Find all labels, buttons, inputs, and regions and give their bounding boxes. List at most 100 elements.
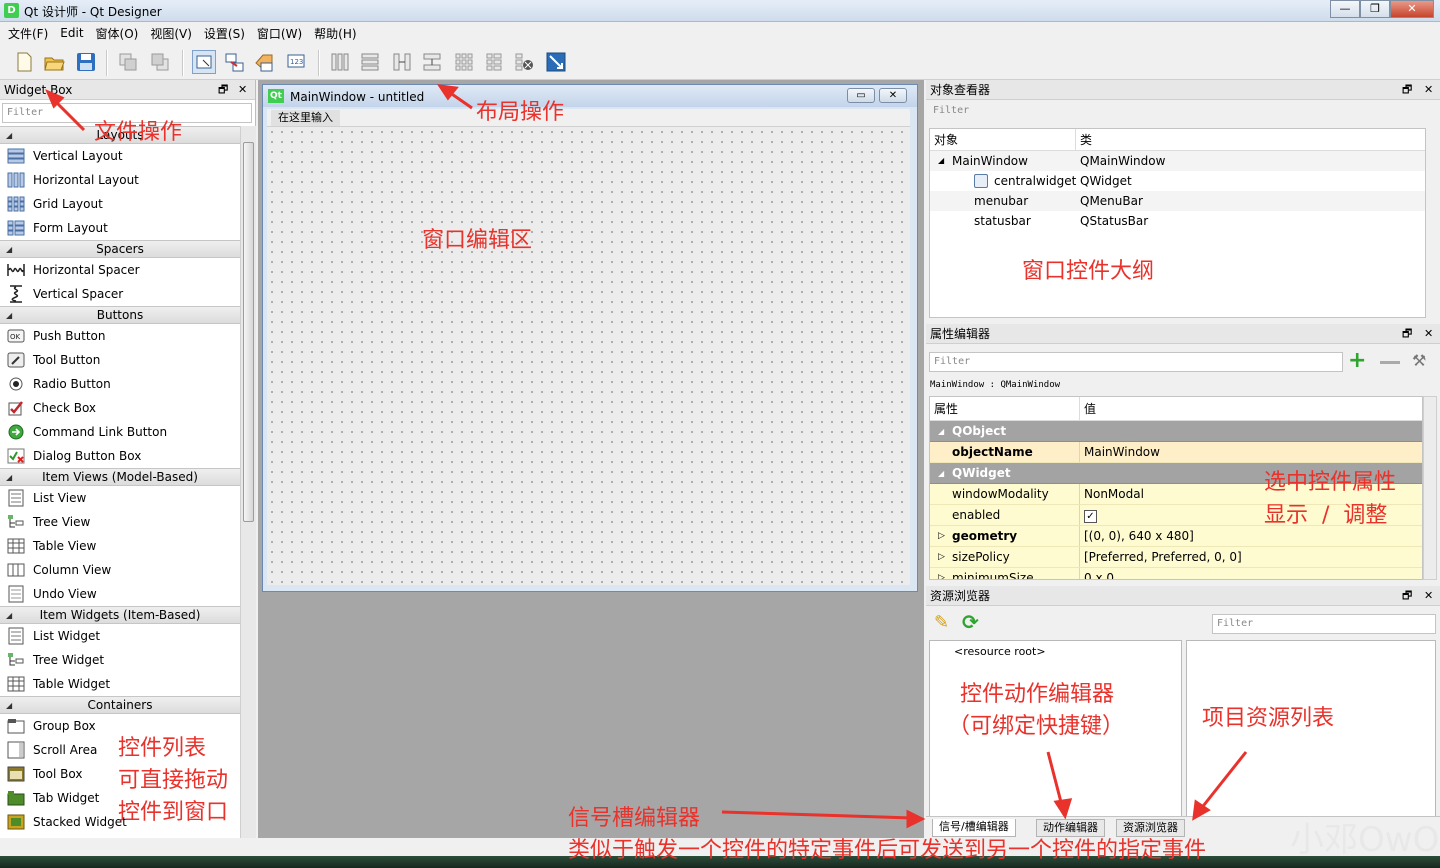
category-spacers[interactable]: Spacers [0,240,240,258]
break-layout-icon[interactable] [512,50,536,74]
remove-property-icon[interactable] [1380,361,1400,364]
category-item-widgets[interactable]: Item Widgets (Item-Based) [0,606,240,624]
column-property[interactable]: 属性 [930,397,1080,420]
close-icon[interactable]: ✕ [1424,80,1433,100]
property-row-sizepolicy[interactable]: ▷ sizePolicy [Preferred, Preferred, 0, 0] [930,547,1422,568]
annotation-outline: 窗口控件大纲 [1022,259,1155,284]
property-row-minimumsize[interactable]: ▷ minimumSize 0 x 0 [930,568,1422,579]
tree-row[interactable]: menubar QMenuBar [930,191,1425,211]
annotation-props-2: 显示 / 调整 [1264,503,1388,528]
float-icon[interactable]: 🗗 [1402,80,1412,100]
send-to-back-icon[interactable] [116,50,140,74]
widget-item[interactable]: Horizontal Spacer [0,258,240,282]
form-window-titlebar[interactable]: Qt MainWindow - untitled ▭ ✕ [263,85,917,107]
layout-form-icon[interactable] [482,50,506,74]
menu-window[interactable]: 窗口(W) [251,25,308,42]
form-window-title: MainWindow - untitled [290,90,425,104]
layout-horizontal-icon[interactable] [328,50,352,74]
annotation-file-ops: 文件操作 [94,120,183,145]
property-scrollbar[interactable] [1423,396,1437,580]
new-file-icon[interactable] [12,50,36,74]
menu-view[interactable]: 视图(V) [144,25,198,42]
menu-settings[interactable]: 设置(S) [198,25,251,42]
bring-to-front-icon[interactable] [148,50,172,74]
edit-signals-slots-icon[interactable] [222,50,246,74]
annotation-props-1: 选中控件属性 [1264,470,1397,495]
maximize-button[interactable]: ❐ [1360,0,1390,18]
menu-help[interactable]: 帮助(H) [308,25,362,42]
form-restore-button[interactable]: ▭ [847,88,875,103]
object-filter-input[interactable]: Filter [929,102,1437,122]
widget-item[interactable]: Column View [0,558,240,582]
close-icon[interactable]: ✕ [1424,586,1433,606]
widget-item[interactable]: Undo View [0,582,240,606]
widget-item[interactable]: List View [0,486,240,510]
layout-v-splitter-icon[interactable] [420,50,444,74]
float-icon[interactable]: 🗗 [1402,324,1412,344]
category-containers[interactable]: Containers [0,696,240,714]
edit-buddies-icon[interactable] [252,50,276,74]
form-layout-icon [6,219,26,237]
widget-item[interactable]: Vertical Spacer [0,282,240,306]
float-icon[interactable]: 🗗 [1402,586,1412,606]
widget-item[interactable]: Tree View [0,510,240,534]
property-filter-input[interactable]: Filter [929,352,1343,372]
column-class[interactable]: 类 [1076,129,1425,150]
close-button[interactable]: ✕ [1390,0,1434,18]
edit-tab-order-icon[interactable]: 123 [284,50,308,74]
category-buttons[interactable]: Buttons [0,306,240,324]
widget-item[interactable]: Tool Button [0,348,240,372]
minimize-button[interactable]: — [1330,0,1360,18]
property-row-objectname[interactable]: objectName MainWindow [930,442,1422,463]
menu-file[interactable]: 文件(F) [2,25,54,42]
tree-row[interactable]: statusbar QStatusBar [930,211,1425,231]
edit-widgets-icon[interactable] [192,50,216,74]
edit-resources-pencil-icon[interactable]: ✎ [934,612,949,633]
menu-edit[interactable]: Edit [54,26,89,40]
layout-grid-icon[interactable] [452,50,476,74]
tree-row[interactable]: ◢ MainWindow QMainWindow [930,151,1425,171]
widget-item[interactable]: List Widget [0,624,240,648]
tree-row[interactable]: centralwidget QWidget [930,171,1425,191]
scrollbar-thumb[interactable] [243,142,254,522]
category-item-views[interactable]: Item Views (Model-Based) [0,468,240,486]
column-value[interactable]: 值 [1080,397,1422,420]
widget-item[interactable]: Grid Layout [0,192,240,216]
property-group-qobject[interactable]: ◢ QObject [930,421,1422,442]
widget-item[interactable]: Form Layout [0,216,240,240]
config-wrench-icon[interactable]: ⚒ [1412,351,1426,370]
object-tree: 对象 类 ◢ MainWindow QMainWindow centralwidge… [929,128,1426,318]
widget-item[interactable]: Radio Button [0,372,240,396]
form-close-button[interactable]: ✕ [879,88,907,103]
form-window[interactable]: Qt MainWindow - untitled ▭ ✕ 在这里输入 [262,84,918,592]
close-icon[interactable]: ✕ [238,80,247,100]
layout-vertical-icon[interactable] [358,50,382,74]
widget-item[interactable]: Tree Widget [0,648,240,672]
widget-item[interactable]: Vertical Layout [0,144,240,168]
object-inspector-header: 对象查看器 🗗 ✕ [926,80,1440,100]
layout-h-splitter-icon[interactable] [390,50,414,74]
widget-item[interactable]: Command Link Button [0,420,240,444]
resource-root[interactable]: <resource root> [954,645,1046,658]
widget-box-scrollbar[interactable] [240,126,256,838]
enabled-checkbox[interactable]: ✓ [1084,510,1097,523]
adjust-size-icon[interactable] [544,50,568,74]
widget-item[interactable]: Horizontal Layout [0,168,240,192]
widget-item[interactable]: Table View [0,534,240,558]
open-folder-icon[interactable] [42,50,66,74]
menu-form[interactable]: 窗体(O) [90,25,145,42]
reload-icon[interactable]: ⟳ [962,610,979,634]
column-object[interactable]: 对象 [930,129,1076,150]
resource-filter-input[interactable]: Filter [1212,614,1436,634]
widget-item[interactable]: Dialog Button Box [0,444,240,468]
float-icon[interactable]: 🗗 [218,80,228,100]
add-property-icon[interactable]: + [1348,350,1366,372]
widget-item[interactable]: OK Push Button [0,324,240,348]
save-icon[interactable] [74,50,98,74]
property-row-geometry[interactable]: ▷ geometry [(0, 0), 640 x 480] [930,526,1422,547]
type-here-menu[interactable]: 在这里输入 [271,110,340,126]
form-canvas[interactable] [267,127,910,585]
close-icon[interactable]: ✕ [1424,324,1433,344]
widget-item[interactable]: Table Widget [0,672,240,696]
widget-item[interactable]: Check Box [0,396,240,420]
